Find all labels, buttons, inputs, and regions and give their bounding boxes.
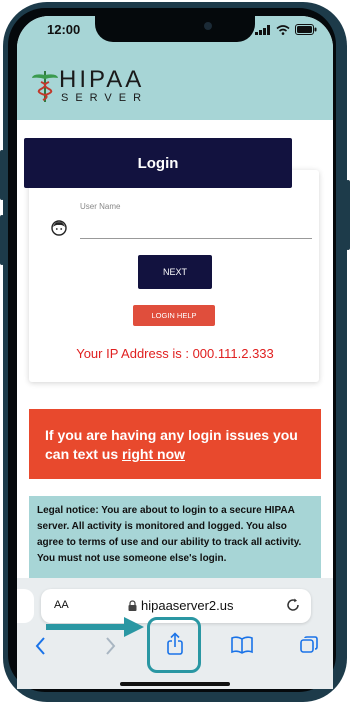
ip-address-text: Your IP Address is : 000.111.2.333 — [76, 346, 274, 361]
volume-up-button — [0, 150, 4, 200]
share-button-highlight — [147, 617, 201, 673]
status-icons — [255, 24, 317, 35]
legal-notice: Legal notice: You are about to login to … — [29, 496, 321, 578]
login-header: Login — [24, 138, 292, 188]
login-issues-banner: If you are having any login issues you c… — [29, 409, 321, 479]
login-help-button[interactable]: LOGIN HELP — [133, 305, 215, 326]
legal-notice-text: Legal notice: You are about to login to … — [37, 505, 302, 564]
home-indicator — [120, 682, 230, 686]
pointer-arrow-icon — [46, 617, 144, 637]
power-button — [346, 180, 350, 250]
tabs-icon[interactable] — [300, 636, 318, 654]
volume-down-button — [0, 215, 4, 265]
logo-wordmark: HIPAA SERVER — [59, 66, 149, 105]
username-label: User Name — [80, 202, 121, 211]
alert-line2: can text us — [45, 446, 123, 462]
signal-icon — [255, 25, 270, 35]
lock-icon — [128, 600, 137, 611]
hipaa-logo[interactable]: HIPAA SERVER — [31, 68, 148, 104]
logo-line1: HIPAA — [59, 66, 145, 93]
bookmarks-icon[interactable] — [231, 636, 253, 654]
back-icon[interactable] — [34, 636, 48, 656]
url-text: hipaaserver2.us — [141, 598, 234, 613]
battery-icon — [295, 24, 317, 35]
url-display[interactable]: hipaaserver2.us — [128, 598, 234, 613]
site-header: HIPAA SERVER — [17, 60, 333, 120]
alert-line1: If you are having any login issues you — [45, 427, 298, 443]
username-field[interactable] — [80, 238, 312, 239]
text-size-button[interactable]: AA — [54, 599, 69, 611]
next-button[interactable]: NEXT — [138, 255, 212, 289]
caduceus-icon — [32, 71, 58, 102]
wifi-icon — [276, 25, 290, 35]
camera — [204, 22, 212, 30]
status-bar: 12:00 — [17, 16, 333, 60]
forward-icon[interactable] — [103, 636, 117, 656]
alert-text: If you are having any login issues you c… — [45, 426, 298, 464]
user-avatar-icon — [51, 220, 67, 236]
right-now-link[interactable]: right now — [122, 446, 185, 462]
previous-tab-peek[interactable] — [17, 589, 34, 623]
status-time: 12:00 — [47, 22, 81, 37]
logo-line2: SERVER — [61, 92, 149, 104]
notch — [95, 16, 255, 42]
reload-icon[interactable] — [285, 597, 301, 613]
